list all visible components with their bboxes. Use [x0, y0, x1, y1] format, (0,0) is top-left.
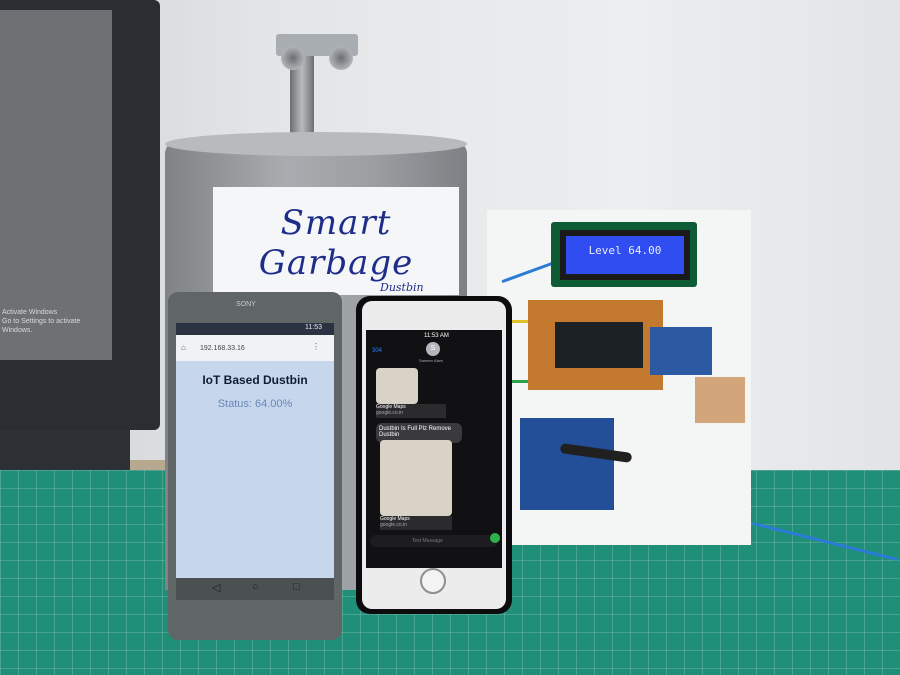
- messages-back-button[interactable]: 304: [372, 348, 382, 354]
- map-preview[interactable]: [376, 368, 418, 404]
- home-icon[interactable]: ⌂: [181, 343, 186, 352]
- compose-placeholder: Text Message: [412, 538, 443, 544]
- iphone-home-button[interactable]: [420, 568, 446, 594]
- monitor-activation-text: Activate Windows Go to Settings to activ…: [2, 309, 81, 334]
- nodemcu-board: [555, 322, 643, 368]
- dustbin-rim: [165, 132, 467, 156]
- more-icon[interactable]: ⋮: [312, 342, 320, 351]
- map-source: google.co.in: [380, 522, 407, 528]
- phone-brand: SONY: [236, 301, 256, 308]
- send-icon[interactable]: [490, 533, 500, 543]
- contact-avatar[interactable]: S: [426, 342, 440, 356]
- sensor-transducer-right: [329, 46, 353, 70]
- gsm-module: [520, 418, 614, 510]
- map-source: google.co.in: [376, 410, 403, 416]
- map-preview[interactable]: [380, 440, 452, 516]
- browser-url[interactable]: 192.168.33.16: [200, 345, 245, 352]
- recents-icon[interactable]: □: [293, 581, 300, 593]
- sensor-transducer-left: [281, 46, 305, 70]
- dustbin-status: Status: 64.00%: [217, 398, 293, 410]
- gps-antenna: [695, 377, 745, 423]
- lcd-level-text: Level 64.00: [588, 244, 662, 257]
- back-icon[interactable]: ◁: [212, 581, 220, 594]
- page-title: IoT Based Dustbin: [202, 373, 308, 387]
- dustbin-label-subtitle: Dustbin: [380, 281, 424, 294]
- android-status-time: 11:53: [305, 324, 322, 331]
- android-screen: [176, 323, 334, 578]
- iphone-status-time: 11:53 AM: [424, 333, 449, 339]
- map-caption[interactable]: Google Maps google.co.in: [380, 516, 452, 530]
- gps-module: [650, 327, 712, 375]
- monitor-stand: [0, 430, 130, 470]
- dustbin-label-title: Smart Garbage: [258, 203, 414, 283]
- map-caption[interactable]: Google Maps google.co.in: [376, 404, 446, 418]
- contact-name: Sameer Alam: [419, 358, 444, 363]
- home-nav-icon[interactable]: ○: [252, 581, 259, 593]
